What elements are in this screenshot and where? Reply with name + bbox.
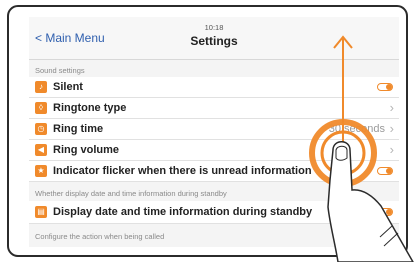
section-label-standby: Whether display date and time informatio…	[35, 189, 227, 198]
chevron-right-icon: ›	[389, 121, 394, 136]
speaker-icon: ◀	[35, 144, 47, 156]
row-ring-time[interactable]: ◷ Ring time 30 seconds ›	[29, 119, 399, 140]
section-label-called: Configure the action when being called	[35, 232, 165, 241]
ring-time-value: 30 seconds	[328, 123, 385, 135]
row-label: Ring time	[53, 123, 104, 135]
row-label: Silent	[53, 81, 83, 93]
status-time: 10:18	[204, 23, 224, 32]
silent-toggle[interactable]	[377, 83, 393, 91]
row-display-datetime[interactable]: ▤ Display date and time information duri…	[29, 201, 399, 224]
row-label: Display date and time information during…	[53, 206, 313, 218]
indicator-toggle[interactable]	[377, 167, 393, 175]
row-ringtone-type[interactable]: ◊ Ringtone type ›	[29, 98, 399, 119]
row-silent[interactable]: ♪ Silent	[29, 77, 399, 98]
row-label: Ring volume	[53, 144, 120, 156]
chevron-right-icon: ›	[389, 142, 394, 157]
section-label-sound: Sound settings	[35, 66, 85, 75]
row-label: Indicator flicker when there is unread i…	[53, 165, 312, 177]
row-ring-volume[interactable]: ◀ Ring volume ›	[29, 140, 399, 161]
row-label: Ringtone type	[53, 102, 127, 114]
nav-bar: < Main Menu 10:18 Settings	[29, 17, 399, 60]
datetime-toggle[interactable]	[377, 208, 393, 216]
bell-silent-icon: ♪	[35, 81, 47, 93]
device-frame: < Main Menu 10:18 Settings Sound setting…	[7, 5, 408, 257]
star-icon: ★	[35, 165, 47, 177]
page-title: Settings	[190, 34, 238, 48]
calendar-icon: ▤	[35, 206, 47, 218]
bell-icon: ◊	[35, 102, 47, 114]
row-indicator-flicker[interactable]: ★ Indicator flicker when there is unread…	[29, 161, 399, 182]
chevron-right-icon: ›	[389, 100, 394, 115]
clock-icon: ◷	[35, 123, 47, 135]
screen: < Main Menu 10:18 Settings Sound setting…	[29, 17, 399, 247]
